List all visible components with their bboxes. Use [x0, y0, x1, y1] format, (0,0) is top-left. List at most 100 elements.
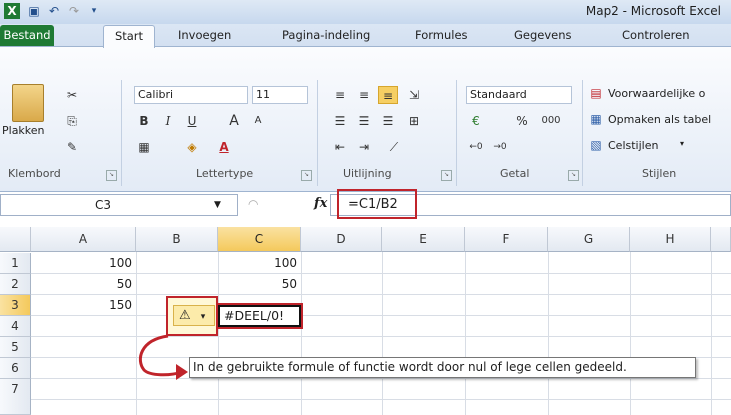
row-header-1[interactable]: 1	[0, 253, 31, 274]
gridline	[31, 399, 731, 400]
font-name-combo[interactable]: Calibri	[134, 86, 248, 104]
undo-icon[interactable]: ↶	[46, 3, 62, 19]
gridline	[31, 294, 731, 295]
wrap-text-icon[interactable]: ⇲	[404, 86, 424, 104]
formula-cancel-icon[interactable]: ◠	[248, 197, 258, 211]
warning-diamond-icon: ⚠	[179, 308, 191, 323]
format-as-table-button[interactable]: Opmaken als tabel	[608, 113, 711, 126]
number-format-combo[interactable]: Standaard	[466, 86, 572, 104]
cell-styles-button[interactable]: Celstijlen	[608, 139, 658, 152]
align-center-icon[interactable]: ☰	[354, 112, 374, 130]
insert-function-icon[interactable]: fx	[314, 196, 327, 211]
error-tooltip: In de gebruikte formule of functie wordt…	[189, 357, 696, 378]
name-box[interactable]	[0, 194, 238, 216]
tab-controleren[interactable]: Controleren	[622, 28, 689, 42]
shrink-font-button[interactable]: A	[248, 112, 268, 130]
row-header-6[interactable]: 6	[0, 358, 31, 379]
group-separator	[582, 80, 583, 186]
column-header-d[interactable]: D	[301, 227, 382, 252]
font-color-icon[interactable]: A	[214, 138, 234, 156]
column-header-b[interactable]: B	[136, 227, 218, 252]
orientation-icon[interactable]: ⟋	[384, 138, 404, 156]
name-box-dropdown-icon[interactable]: ▼	[214, 200, 221, 210]
align-bottom-icon[interactable]: ≡	[378, 86, 398, 104]
underline-button[interactable]: U	[182, 112, 202, 130]
font-launcher-icon[interactable]: ↘	[301, 170, 312, 181]
tab-gegevens[interactable]: Gegevens	[514, 28, 572, 42]
group-separator	[121, 80, 122, 186]
align-right-icon[interactable]: ☰	[378, 112, 398, 130]
gridline	[465, 252, 466, 415]
group-label-klembord: Klembord	[8, 167, 61, 180]
percent-button[interactable]: %	[512, 112, 532, 130]
group-label-getal: Getal	[500, 167, 530, 180]
gridline	[301, 252, 302, 415]
increase-decimal-icon[interactable]: ←0	[466, 138, 486, 156]
format-painter-icon[interactable]: ✎	[62, 138, 82, 156]
font-size-combo[interactable]: 11	[252, 86, 308, 104]
save-icon[interactable]: ▣	[26, 3, 42, 19]
cell-styles-dropdown-icon[interactable]: ▾	[680, 139, 684, 148]
conditional-formatting-icon[interactable]: ▤	[586, 84, 606, 102]
decrease-decimal-icon[interactable]: →0	[490, 138, 510, 156]
italic-button[interactable]: I	[158, 112, 178, 130]
column-header-g[interactable]: G	[548, 227, 630, 252]
tab-invoegen[interactable]: Invoegen	[178, 28, 231, 42]
column-header-c[interactable]: C	[218, 227, 301, 252]
alignment-launcher-icon[interactable]: ↘	[441, 170, 452, 181]
thousands-separator-button[interactable]: 000	[538, 112, 564, 130]
customize-qat-icon[interactable]: ▾	[86, 3, 102, 19]
column-header-e[interactable]: E	[382, 227, 465, 252]
tab-formules[interactable]: Formules	[415, 28, 468, 42]
bold-button[interactable]: B	[134, 112, 154, 130]
column-header-a[interactable]: A	[31, 227, 136, 252]
row-header-3[interactable]: 3	[0, 295, 31, 316]
decrease-indent-icon[interactable]: ⇤	[330, 138, 350, 156]
row-header-4[interactable]: 4	[0, 316, 31, 337]
align-left-icon[interactable]: ☰	[330, 112, 350, 130]
select-all-corner[interactable]	[0, 227, 31, 252]
row-header-5[interactable]: 5	[0, 337, 31, 358]
tab-bestand[interactable]: Bestand	[0, 25, 54, 46]
group-separator	[317, 80, 318, 186]
redo-icon[interactable]: ↷	[66, 3, 82, 19]
cell-c1[interactable]: 100	[218, 253, 301, 274]
cell-highlight-box	[216, 303, 303, 329]
gridline	[711, 252, 712, 415]
row-header-2[interactable]: 2	[0, 274, 31, 295]
chevron-down-icon: ▾	[200, 312, 206, 322]
cell-c2[interactable]: 50	[218, 274, 301, 295]
name-box-value: C3	[95, 198, 112, 212]
row-header-7[interactable]: 7	[0, 379, 31, 415]
tab-pagina-indeling[interactable]: Pagina-indeling	[282, 28, 370, 42]
align-top-icon[interactable]: ≡	[330, 86, 350, 104]
borders-icon[interactable]: ▦	[134, 138, 154, 156]
increase-indent-icon[interactable]: ⇥	[354, 138, 374, 156]
merge-center-icon[interactable]: ⊞	[404, 112, 424, 130]
number-launcher-icon[interactable]: ↘	[568, 170, 579, 181]
column-header-f[interactable]: F	[465, 227, 548, 252]
currency-icon[interactable]: €	[466, 112, 486, 130]
cell-a3[interactable]: 150	[31, 295, 136, 316]
gridline	[382, 252, 383, 415]
format-as-table-icon[interactable]: ▦	[586, 110, 606, 128]
cell-a2[interactable]: 50	[31, 274, 136, 295]
excel-logo-icon: X	[4, 3, 20, 19]
align-middle-icon[interactable]: ≡	[354, 86, 374, 104]
group-label-uitlijning: Uitlijning	[343, 167, 392, 180]
conditional-formatting-button[interactable]: Voorwaardelijke o	[608, 87, 705, 100]
fill-color-icon[interactable]: ◈	[182, 138, 202, 156]
gridline	[31, 315, 731, 316]
paste-icon[interactable]	[12, 84, 44, 122]
column-header-h[interactable]: H	[630, 227, 711, 252]
tab-start[interactable]: Start	[103, 25, 155, 48]
clipboard-launcher-icon[interactable]: ↘	[106, 170, 117, 181]
error-smarttag-button[interactable]: ⚠ ▾	[173, 305, 215, 326]
grow-font-button[interactable]: A	[224, 112, 244, 130]
copy-icon[interactable]: ⎘	[62, 112, 82, 130]
cell-styles-icon[interactable]: ▧	[586, 136, 606, 154]
column-header-partial[interactable]	[711, 227, 731, 252]
cell-a1[interactable]: 100	[31, 253, 136, 274]
paste-button[interactable]: Plakken	[2, 124, 45, 137]
cut-icon[interactable]: ✂	[62, 86, 82, 104]
